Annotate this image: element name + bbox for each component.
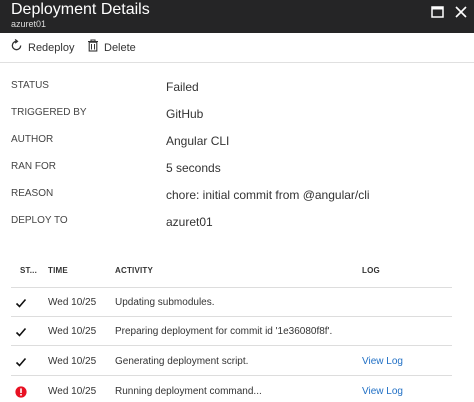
triggered-by-value: GitHub <box>166 107 204 121</box>
ran-for-value: 5 seconds <box>166 161 221 175</box>
checkmark-icon <box>15 325 27 337</box>
trash-icon <box>87 39 99 57</box>
row-time: Wed 10/25 <box>48 356 97 367</box>
view-log-link[interactable]: View Log <box>362 386 403 397</box>
window-title: Deployment Details <box>11 1 150 18</box>
column-header-time[interactable]: TIME <box>48 266 68 275</box>
row-activity: Generating deployment script. <box>115 356 249 367</box>
column-header-activity[interactable]: ACTIVITY <box>115 266 153 275</box>
header-divider <box>11 287 452 288</box>
reason-value: chore: initial commit from @angular/cli <box>166 188 370 202</box>
row-activity: Running deployment command... <box>115 386 262 397</box>
checkmark-icon <box>15 296 27 308</box>
status-value: Failed <box>166 80 199 94</box>
row-time: Wed 10/25 <box>48 326 97 337</box>
delete-label: Delete <box>104 42 136 54</box>
deploy-to-value: azuret01 <box>166 215 213 229</box>
error-icon <box>15 385 27 398</box>
row-divider <box>11 316 452 317</box>
reason-label: REASON <box>11 188 54 199</box>
column-header-log[interactable]: LOG <box>362 266 380 275</box>
redeploy-label: Redeploy <box>28 42 75 54</box>
ran-for-label: RAN FOR <box>11 161 56 172</box>
delete-button[interactable]: Delete <box>87 39 136 57</box>
window-subtitle: azuret01 <box>11 19 47 29</box>
checkmark-icon <box>15 355 27 367</box>
triggered-by-label: TRIGGERED BY <box>11 107 87 118</box>
close-icon[interactable] <box>453 4 469 20</box>
author-value: Angular CLI <box>166 134 230 148</box>
row-divider <box>11 345 452 346</box>
deploy-to-label: DEPLOY TO <box>11 215 68 226</box>
row-divider <box>11 375 452 376</box>
command-bar: Redeploy Delete <box>0 33 474 63</box>
row-activity: Preparing deployment for commit id '1e36… <box>115 326 333 337</box>
row-activity: Updating submodules. <box>115 297 215 308</box>
title-bar: Deployment Details azuret01 <box>0 0 474 33</box>
row-time: Wed 10/25 <box>48 297 97 308</box>
author-label: AUTHOR <box>11 134 54 145</box>
view-log-link[interactable]: View Log <box>362 356 403 367</box>
maximize-icon[interactable] <box>430 4 446 20</box>
column-header-status[interactable]: ST... <box>20 266 37 275</box>
row-time: Wed 10/25 <box>48 386 97 397</box>
refresh-icon <box>10 38 23 57</box>
status-label: STATUS <box>11 80 49 91</box>
redeploy-button[interactable]: Redeploy <box>10 38 75 57</box>
